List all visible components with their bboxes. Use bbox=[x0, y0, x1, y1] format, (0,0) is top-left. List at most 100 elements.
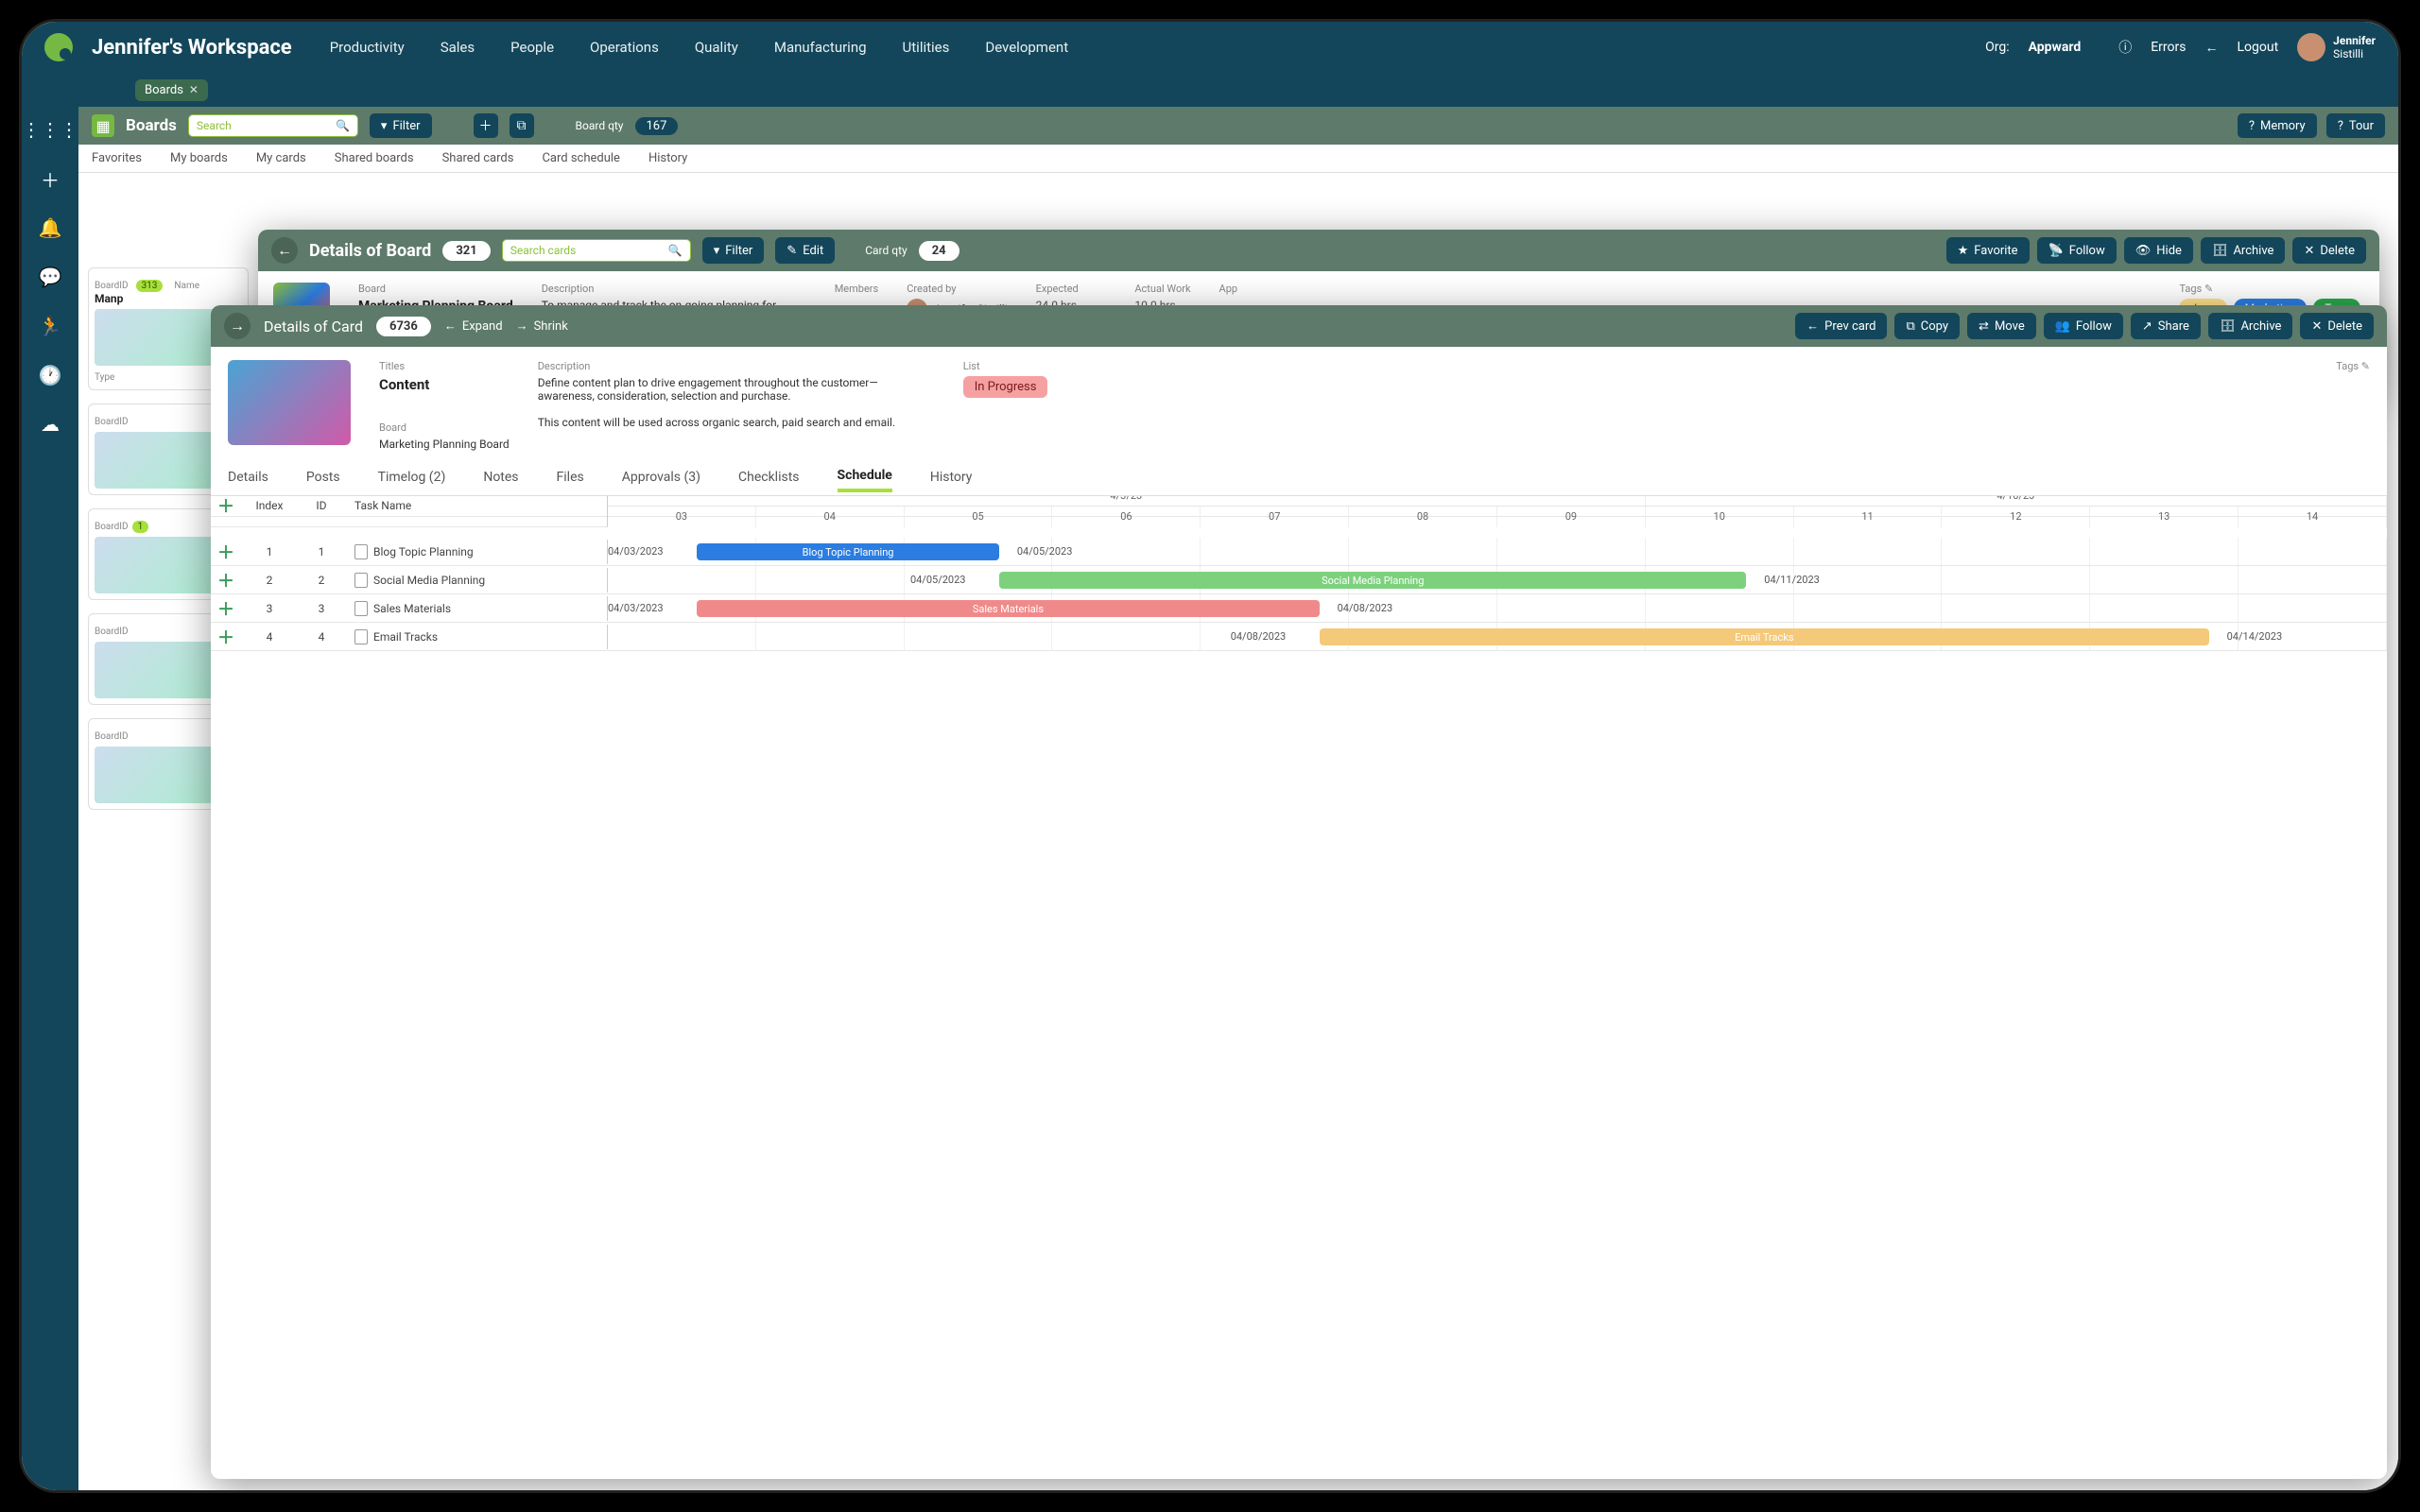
gantt-chart: ＋ Index ID Task Name 4/3/23 4/10/23 0304… bbox=[211, 496, 2387, 1479]
tab-shared-boards[interactable]: Shared boards bbox=[335, 151, 414, 165]
chat-icon[interactable]: 💬 bbox=[37, 264, 63, 290]
memory-button[interactable]: ?Memory bbox=[2238, 113, 2317, 138]
tab-details[interactable]: Details bbox=[228, 470, 268, 490]
day-header: 10 bbox=[1646, 507, 1794, 527]
tab-shared-cards[interactable]: Shared cards bbox=[442, 151, 514, 165]
delete-button[interactable]: ✕Delete bbox=[2300, 313, 2374, 339]
back-button[interactable]: → bbox=[224, 313, 251, 339]
gantt-bar[interactable]: Email Tracks bbox=[1320, 628, 2209, 645]
board-id-label: BoardID bbox=[95, 627, 129, 637]
nav-operations[interactable]: Operations bbox=[590, 39, 659, 56]
filter-button[interactable]: ▾ Filter bbox=[370, 113, 432, 138]
add-subtask-button[interactable]: ＋ bbox=[211, 625, 241, 649]
apps-icon[interactable]: ⋮⋮⋮ bbox=[37, 116, 63, 143]
day-header: 13 bbox=[2090, 507, 2238, 527]
day-header: 11 bbox=[1794, 507, 1943, 527]
gantt-bar[interactable]: Blog Topic Planning bbox=[697, 543, 999, 560]
card-thumbnail bbox=[228, 360, 351, 445]
gantt-bar[interactable]: Social Media Planning bbox=[999, 572, 1746, 589]
copy-icon: ⧉ bbox=[1906, 319, 1914, 334]
run-icon[interactable]: 🏃 bbox=[37, 313, 63, 339]
nav-manufacturing[interactable]: Manufacturing bbox=[774, 39, 867, 56]
task-index: 2 bbox=[241, 574, 298, 587]
desc-label: Description bbox=[538, 360, 935, 372]
day-header: 08 bbox=[1349, 507, 1497, 527]
follow-button[interactable]: 📡Follow bbox=[2037, 237, 2117, 264]
nav-quality[interactable]: Quality bbox=[695, 39, 738, 56]
members-label: Members bbox=[835, 283, 879, 295]
shrink-link[interactable]: →Shrink bbox=[516, 318, 568, 334]
move-button[interactable]: ⇄Move bbox=[1967, 313, 2036, 339]
task-name[interactable]: Social Media Planning bbox=[345, 573, 607, 588]
info-icon[interactable]: ⓘ bbox=[2118, 38, 2132, 57]
share-icon: ↗ bbox=[2142, 319, 2152, 334]
search-icon: 🔍 bbox=[668, 244, 683, 257]
copy-button[interactable]: ⧉Copy bbox=[1894, 313, 1960, 339]
tab-schedule[interactable]: Schedule bbox=[838, 468, 892, 492]
tab-my-boards[interactable]: My boards bbox=[170, 151, 228, 165]
pencil-icon[interactable]: ✎ bbox=[2361, 360, 2370, 372]
nav-development[interactable]: Development bbox=[985, 39, 1068, 56]
add-task-button[interactable]: ＋ bbox=[211, 496, 241, 518]
org-name[interactable]: Appward bbox=[2029, 40, 2082, 55]
bell-icon[interactable]: 🔔 bbox=[37, 215, 63, 241]
gantt-bar[interactable]: Sales Materials bbox=[697, 600, 1320, 617]
btn-label: Follow bbox=[2069, 244, 2105, 258]
task-name[interactable]: Blog Topic Planning bbox=[345, 544, 607, 559]
archive-button[interactable]: 🗄Archive bbox=[2208, 313, 2293, 339]
back-button[interactable]: ← bbox=[271, 237, 298, 264]
cloud-upload-icon[interactable]: ☁ bbox=[37, 411, 63, 438]
edit-button[interactable]: ✎Edit bbox=[775, 237, 835, 264]
boards-search[interactable]: Search 🔍 bbox=[188, 114, 358, 137]
pencil-icon[interactable]: ✎ bbox=[2204, 283, 2213, 295]
tab-approvals[interactable]: Approvals (3) bbox=[622, 470, 700, 490]
tab-notes[interactable]: Notes bbox=[483, 470, 518, 490]
hide-button[interactable]: 👁Hide bbox=[2124, 237, 2193, 264]
add-subtask-button[interactable]: ＋ bbox=[211, 596, 241, 621]
delete-button[interactable]: ✕Delete bbox=[2292, 237, 2366, 264]
add-subtask-button[interactable]: ＋ bbox=[211, 540, 241, 564]
archive-icon: 🗄 bbox=[2220, 319, 2236, 334]
tab-checklists[interactable]: Checklists bbox=[738, 470, 800, 490]
edit-label: Edit bbox=[803, 244, 823, 258]
logout-link[interactable]: Logout bbox=[2237, 40, 2278, 55]
nav-utilities[interactable]: Utilities bbox=[903, 39, 950, 56]
expand-link[interactable]: ←Expand bbox=[444, 318, 503, 334]
tab-history[interactable]: History bbox=[648, 151, 687, 165]
close-icon[interactable]: ✕ bbox=[189, 83, 199, 96]
tab-history[interactable]: History bbox=[930, 470, 973, 490]
share-button[interactable]: ↗Share bbox=[2131, 313, 2201, 339]
favorite-button[interactable]: ★Favorite bbox=[1946, 237, 2030, 264]
cards-search[interactable]: Search cards 🔍 bbox=[502, 239, 691, 262]
tab-files[interactable]: Files bbox=[557, 470, 584, 490]
prev-card-button[interactable]: ←Prev card bbox=[1795, 313, 1887, 339]
boards-toolbar: ▦ Boards Search 🔍 ▾ Filter ＋ ⧉ Board qty… bbox=[78, 107, 2398, 145]
tab-my-cards[interactable]: My cards bbox=[256, 151, 306, 165]
tour-button[interactable]: ?Tour bbox=[2326, 113, 2385, 138]
day-header: 04 bbox=[756, 507, 905, 527]
tab-posts[interactable]: Posts bbox=[306, 470, 340, 490]
filter-button[interactable]: ▾Filter bbox=[702, 237, 765, 264]
tab-favorites[interactable]: Favorites bbox=[92, 151, 142, 165]
copy-board-button[interactable]: ⧉ bbox=[510, 113, 534, 138]
tab-timelog[interactable]: Timelog (2) bbox=[378, 470, 446, 490]
chip-boards[interactable]: Boards ✕ bbox=[135, 79, 208, 101]
btn-label: Move bbox=[1995, 319, 2025, 334]
start-date-label: 04/03/2023 bbox=[608, 602, 664, 614]
nav-productivity[interactable]: Productivity bbox=[330, 39, 405, 56]
task-name[interactable]: Email Tracks bbox=[345, 629, 607, 644]
nav-sales[interactable]: Sales bbox=[441, 39, 475, 56]
app-logo[interactable] bbox=[44, 33, 73, 61]
add-subtask-button[interactable]: ＋ bbox=[211, 568, 241, 593]
archive-button[interactable]: 🗄Archive bbox=[2201, 237, 2286, 264]
clock-icon[interactable]: 🕐 bbox=[37, 362, 63, 388]
user-block[interactable]: Jennifer Sistilli bbox=[2297, 33, 2376, 61]
task-name[interactable]: Sales Materials bbox=[345, 601, 607, 616]
follow-button[interactable]: 👥Follow bbox=[2044, 313, 2123, 339]
plus-icon[interactable]: ＋ bbox=[37, 165, 63, 192]
nav-people[interactable]: People bbox=[510, 39, 554, 56]
add-board-button[interactable]: ＋ bbox=[474, 113, 498, 138]
tab-card-schedule[interactable]: Card schedule bbox=[542, 151, 620, 165]
errors-link[interactable]: Errors bbox=[2151, 40, 2186, 55]
card-details-panel: → Details of Card 6736 ←Expand →Shrink ←… bbox=[211, 305, 2387, 1479]
